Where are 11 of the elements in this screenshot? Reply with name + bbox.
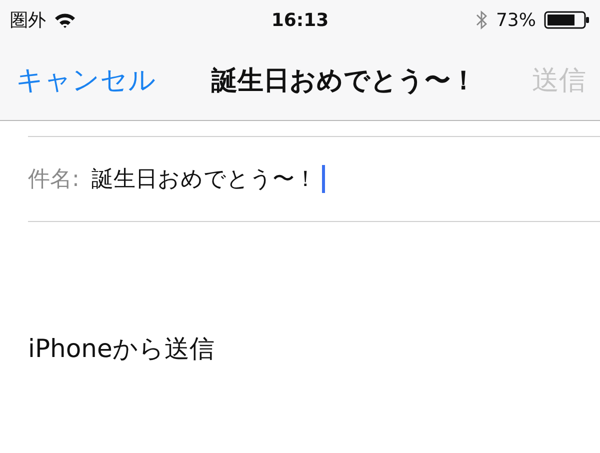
subject-field[interactable]: 誕生日おめでとう〜！ — [91, 164, 316, 194]
clock-text: 16:13 — [271, 10, 329, 30]
wifi-icon — [54, 12, 76, 28]
cancel-button[interactable]: キャンセル — [16, 62, 156, 98]
battery-icon — [544, 10, 590, 30]
subject-label: 件名: — [28, 166, 80, 194]
carrier-text: 圏外 — [10, 9, 46, 32]
bluetooth-icon — [476, 10, 488, 30]
message-body[interactable]: iPhoneから送信 — [28, 332, 600, 365]
nav-title: 誕生日おめでとう〜！ — [212, 64, 476, 98]
battery-percent-text: 73% — [496, 10, 536, 30]
